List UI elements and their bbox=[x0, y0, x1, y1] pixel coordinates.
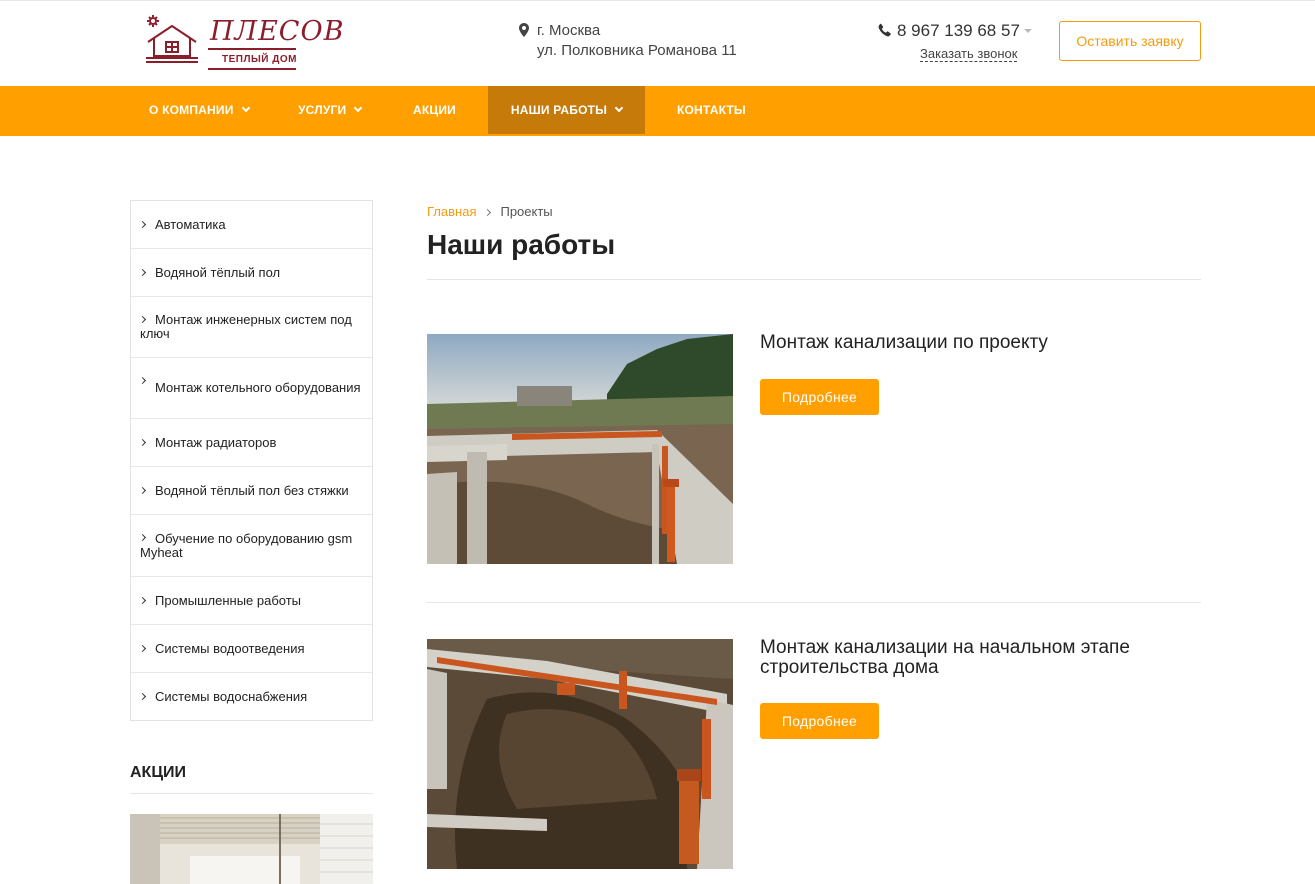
nav-item-about[interactable]: О КОМПАНИИ bbox=[149, 86, 250, 134]
sidebar-menu: Автоматика Водяной тёплый пол Монтаж инж… bbox=[130, 200, 373, 721]
details-button[interactable]: Подробнее bbox=[760, 703, 879, 739]
sidebar-item-label: Монтаж инженерных систем под ключ bbox=[140, 312, 352, 341]
divider bbox=[427, 602, 1201, 603]
nav-item-promotions[interactable]: АКЦИИ bbox=[413, 86, 456, 134]
sidebar-item-water-supply[interactable]: Системы водоснабжения bbox=[131, 673, 372, 720]
site-logo[interactable]: ПЛЕСОВ ТЕПЛЫЙ ДОМ bbox=[144, 14, 343, 70]
sidebar-item-label: Системы водоснабжения bbox=[155, 688, 308, 704]
address-block: г. Москва ул. Полковника Романова 11 bbox=[519, 21, 737, 61]
nav-item-services[interactable]: УСЛУГИ bbox=[298, 86, 363, 134]
project-photo bbox=[427, 639, 733, 869]
promotions-heading: АКЦИИ bbox=[130, 764, 187, 781]
sidebar-item-label: Промышленные работы bbox=[155, 592, 302, 608]
sidebar-item-engineering[interactable]: Монтаж инженерных систем под ключ bbox=[131, 297, 372, 358]
sidebar-item-water-floor[interactable]: Водяной тёплый пол bbox=[131, 249, 372, 297]
project-image[interactable] bbox=[427, 639, 733, 869]
sidebar-item-boiler[interactable]: Монтаж котельного оборудования bbox=[131, 358, 372, 419]
project-title[interactable]: Монтаж канализации на начальном этапе ст… bbox=[760, 638, 1190, 678]
chevron-down-icon bbox=[241, 103, 250, 113]
sidebar-item-label: Обучение по оборудованию gsm Myheat bbox=[140, 530, 353, 560]
sidebar-item-automation[interactable]: Автоматика bbox=[131, 201, 372, 249]
breadcrumb: Главная Проекты bbox=[427, 204, 553, 219]
sidebar-item-radiators[interactable]: Монтаж радиаторов bbox=[131, 419, 372, 467]
sidebar-item-label: Монтаж котельного оборудования bbox=[155, 380, 361, 395]
nav-label: НАШИ РАБОТЫ bbox=[510, 103, 608, 117]
project-image[interactable] bbox=[427, 334, 733, 564]
callback-link[interactable]: Заказать звонок bbox=[920, 46, 1018, 62]
logo-tagline: ТЕПЛЫЙ ДОМ bbox=[222, 54, 297, 65]
promotion-image[interactable] bbox=[130, 814, 373, 884]
main-nav: О КОМПАНИИ УСЛУГИ АКЦИИ НАШИ РАБОТЫ КОНТ… bbox=[0, 86, 1315, 136]
phone-icon bbox=[878, 23, 891, 37]
phone-number: 8 967 139 68 57 bbox=[897, 21, 1020, 40]
nav-label: УСЛУГИ bbox=[298, 103, 347, 117]
chevron-down-icon bbox=[354, 103, 363, 113]
promotion-photo bbox=[130, 814, 373, 884]
project-title[interactable]: Монтаж канализации по проекту bbox=[760, 333, 1190, 353]
sidebar-item-label: Автоматика bbox=[155, 216, 226, 232]
divider bbox=[427, 279, 1201, 280]
sidebar-item-floor-no-screed[interactable]: Водяной тёплый пол без стяжки bbox=[131, 467, 372, 515]
phone-block[interactable]: 8 967 139 68 57 bbox=[878, 21, 1032, 41]
page-title: Наши работы bbox=[427, 229, 616, 260]
divider bbox=[130, 793, 373, 794]
sidebar-item-label: Системы водоотведения bbox=[155, 640, 305, 656]
nav-label: КОНТАКТЫ bbox=[677, 103, 746, 117]
sidebar-item-label: Водяной тёплый пол без стяжки bbox=[155, 482, 349, 498]
logo-rule bbox=[208, 48, 296, 50]
address-street: ул. Полковника Романова 11 bbox=[537, 42, 737, 59]
details-button[interactable]: Подробнее bbox=[760, 379, 879, 415]
logo-rule-bottom bbox=[208, 68, 296, 70]
address-city: г. Москва bbox=[537, 22, 601, 39]
nav-label: О КОМПАНИИ bbox=[149, 103, 234, 117]
site-header: ПЛЕСОВ ТЕПЛЫЙ ДОМ г. Москва ул. Полковни… bbox=[0, 0, 1315, 86]
nav-label: АКЦИИ bbox=[413, 103, 457, 117]
logo-name: ПЛЕСОВ bbox=[210, 16, 345, 47]
nav-item-contacts[interactable]: КОНТАКТЫ bbox=[677, 86, 746, 134]
project-photo bbox=[427, 334, 733, 564]
location-pin-icon bbox=[519, 23, 529, 37]
sidebar-item-training[interactable]: Обучение по оборудованию gsm Myheat bbox=[131, 515, 372, 577]
sidebar-item-drainage[interactable]: Системы водоотведения bbox=[131, 625, 372, 673]
chevron-down-icon bbox=[614, 103, 624, 113]
breadcrumb-home-link[interactable]: Главная bbox=[427, 204, 476, 219]
sidebar-item-label: Монтаж радиаторов bbox=[155, 434, 277, 450]
breadcrumb-current: Проекты bbox=[500, 204, 553, 219]
chevron-down-icon[interactable] bbox=[1023, 29, 1032, 33]
house-logo-icon bbox=[146, 15, 198, 63]
order-button[interactable]: Оставить заявку bbox=[1059, 21, 1201, 61]
sidebar-item-label: Водяной тёплый пол bbox=[155, 264, 281, 280]
chevron-right-icon bbox=[484, 208, 492, 217]
sidebar-item-industrial[interactable]: Промышленные работы bbox=[131, 577, 372, 625]
nav-item-our-works[interactable]: НАШИ РАБОТЫ bbox=[488, 86, 645, 134]
